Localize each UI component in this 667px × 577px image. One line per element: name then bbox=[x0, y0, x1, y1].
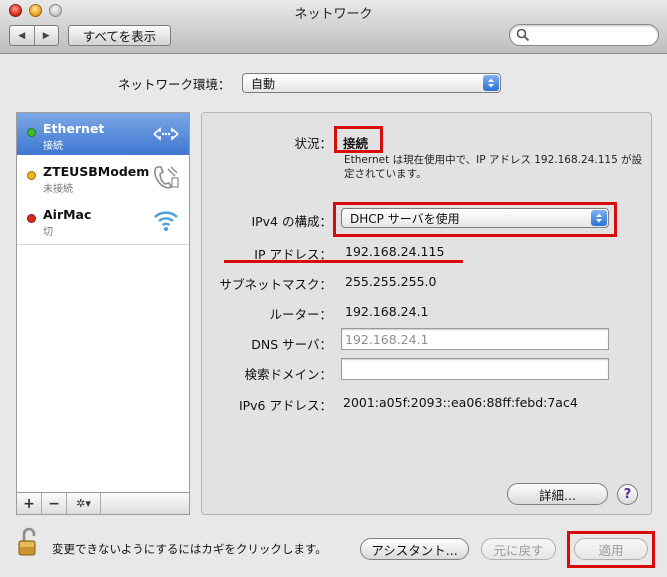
highlight-underline-ip bbox=[224, 260, 463, 263]
advanced-button[interactable]: 詳細... bbox=[507, 483, 608, 505]
service-item-zteusbmodem[interactable]: ZTEUSBModem 未接続 bbox=[17, 156, 189, 198]
ipv6-address-value: 2001:a05f:2093::ea06:88ff:febd:7ac4 bbox=[343, 395, 578, 410]
subnet-mask-label: サブネットマスク： bbox=[219, 277, 332, 292]
subnet-mask-value: 255.255.255.0 bbox=[345, 274, 437, 289]
status-dot-red bbox=[27, 214, 36, 223]
back-forward-control: ◀ ▶ bbox=[9, 25, 59, 46]
gear-icon: ✲▾ bbox=[76, 497, 91, 510]
service-name: AirMac bbox=[43, 207, 92, 222]
back-button[interactable]: ◀ bbox=[10, 26, 34, 45]
location-popup[interactable]: 自動 bbox=[242, 73, 501, 93]
service-status: 未接続 bbox=[43, 184, 73, 195]
highlight-box-ipv4 bbox=[333, 202, 617, 237]
service-list-controls: + − ✲▾ bbox=[16, 493, 190, 515]
list-divider bbox=[17, 244, 189, 245]
service-list: Ethernet 接続 ZTEUSBModem 未接続 AirMac 切 bbox=[16, 112, 190, 493]
gear-menu-button[interactable]: ✲▾ bbox=[67, 493, 101, 514]
highlight-box-status bbox=[334, 126, 383, 153]
status-dot-green bbox=[27, 128, 36, 137]
title-bar: ネットワーク ◀ ▶ すべてを表示 bbox=[0, 0, 667, 54]
revert-button[interactable]: 元に戻す bbox=[481, 538, 556, 560]
show-all-button[interactable]: すべてを表示 bbox=[68, 25, 171, 46]
lock-instruction-text: 変更できないようにするにはカギをクリックします。 bbox=[52, 542, 327, 556]
highlight-box-apply bbox=[567, 531, 655, 568]
forward-button[interactable]: ▶ bbox=[33, 26, 59, 45]
phone-modem-icon bbox=[154, 166, 179, 189]
service-status: 切 bbox=[43, 227, 53, 238]
search-input[interactable] bbox=[532, 27, 652, 43]
location-value: 自動 bbox=[251, 76, 276, 91]
status-dot-yellow bbox=[27, 171, 36, 180]
service-item-airmac[interactable]: AirMac 切 bbox=[17, 199, 189, 241]
status-label: 状況： bbox=[294, 136, 332, 151]
search-domain-input[interactable] bbox=[345, 361, 608, 377]
question-mark-icon: ? bbox=[623, 487, 632, 502]
ip-address-value: 192.168.24.115 bbox=[345, 244, 445, 259]
router-label: ルーター： bbox=[269, 307, 332, 322]
service-name: ZTEUSBModem bbox=[43, 164, 150, 179]
service-item-ethernet[interactable]: Ethernet 接続 bbox=[17, 113, 189, 155]
dns-server-label: DNS サーバ： bbox=[251, 337, 332, 352]
forward-arrow-icon: ▶ bbox=[42, 30, 50, 41]
status-description: Ethernet は現在使用中で、IP アドレス 192.168.24.115 … bbox=[344, 154, 643, 180]
dns-server-input[interactable] bbox=[345, 331, 608, 347]
add-service-button[interactable]: + bbox=[17, 493, 42, 514]
search-field[interactable] bbox=[509, 24, 659, 46]
help-button[interactable]: ? bbox=[617, 484, 638, 505]
remove-service-button[interactable]: − bbox=[42, 493, 67, 514]
location-label: ネットワーク環境： bbox=[118, 77, 231, 92]
search-domain-field[interactable] bbox=[341, 358, 609, 380]
dns-server-field[interactable] bbox=[341, 328, 609, 350]
window-title: ネットワーク bbox=[294, 7, 373, 22]
service-status: 接続 bbox=[43, 141, 63, 152]
search-icon bbox=[516, 28, 530, 42]
back-arrow-icon: ◀ bbox=[18, 30, 26, 41]
service-name: Ethernet bbox=[43, 121, 105, 136]
ipv6-address-label: IPv6 アドレス： bbox=[238, 398, 332, 413]
search-domain-label: 検索ドメイン： bbox=[244, 367, 332, 382]
ipv4-config-label: IPv4 の構成： bbox=[251, 214, 332, 229]
network-preferences-window: ネットワーク ◀ ▶ すべてを表示 ネットワーク環境： 自動 Ethernet … bbox=[0, 0, 667, 577]
assistant-button[interactable]: アシスタント... bbox=[360, 538, 469, 560]
popup-arrows-icon bbox=[483, 75, 499, 91]
unlocked-padlock-icon[interactable] bbox=[18, 527, 42, 557]
router-value: 192.168.24.1 bbox=[345, 304, 429, 319]
